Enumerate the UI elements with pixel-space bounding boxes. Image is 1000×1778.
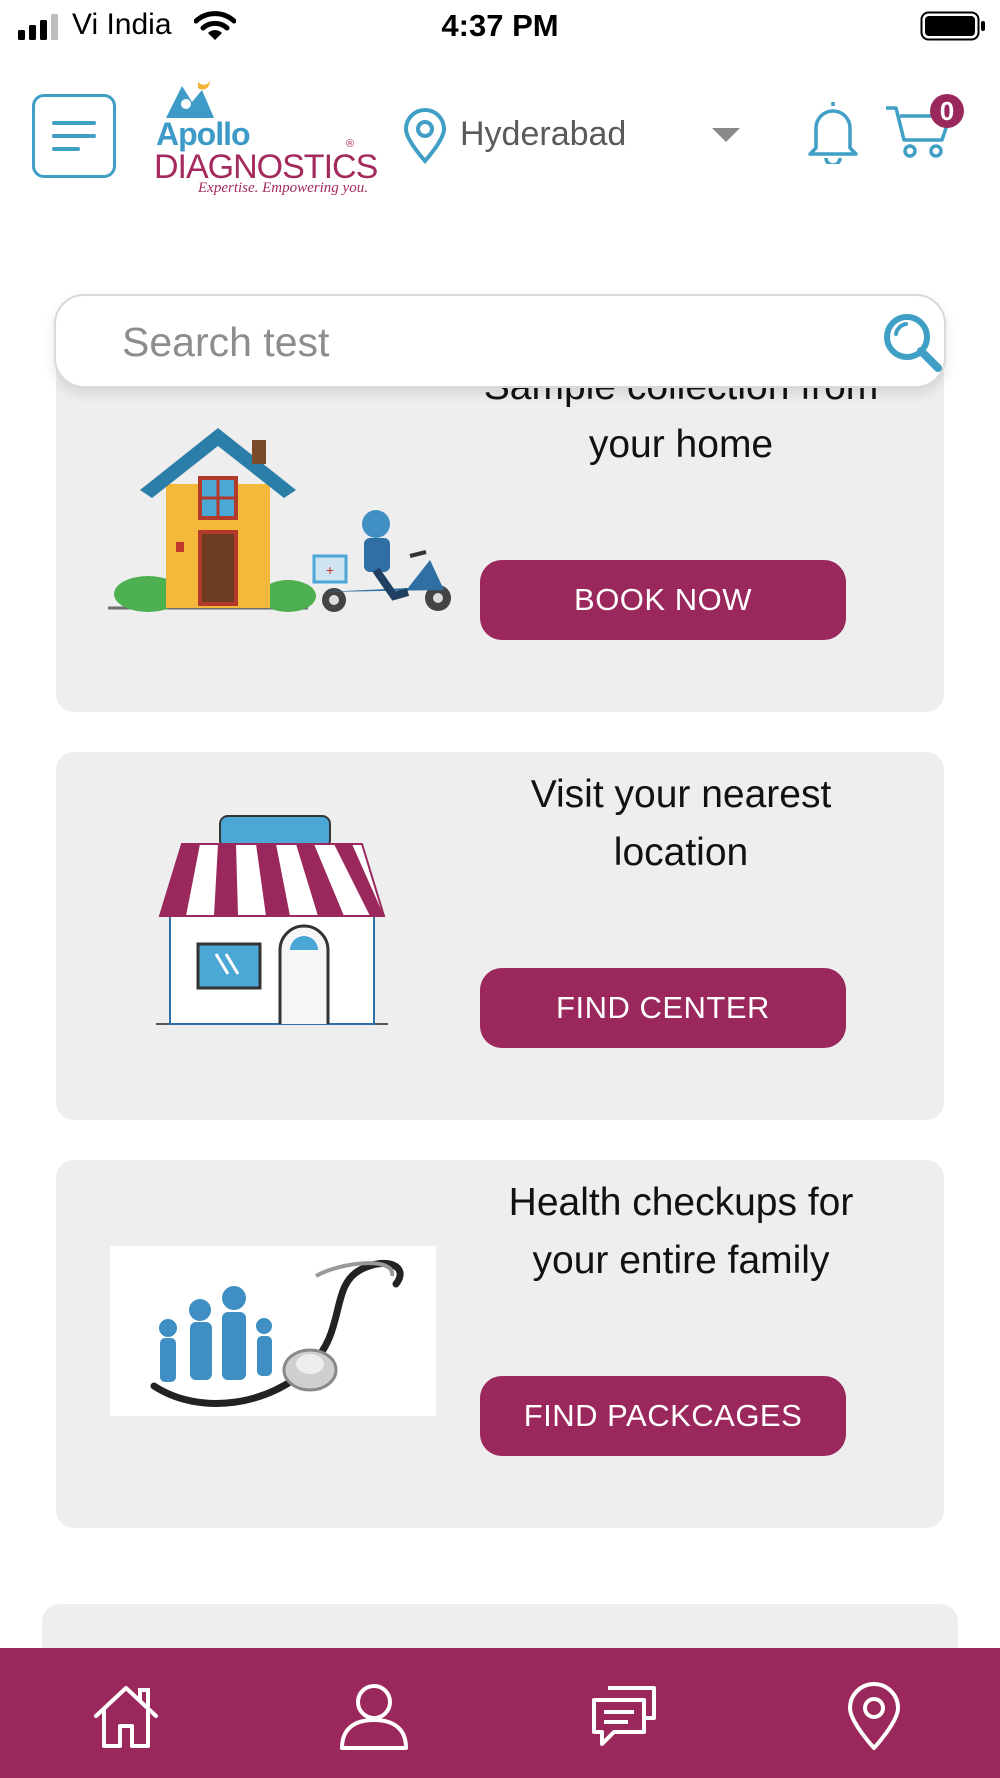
menu-line	[52, 134, 96, 138]
status-time: 4:37 PM	[441, 8, 559, 43]
card-title-line: your entire family	[532, 1239, 830, 1282]
chevron-down-icon[interactable]	[712, 128, 740, 142]
home-collection-card: + Sample collection from your home BOOK …	[56, 344, 944, 712]
card-title-line: Health checkups for	[508, 1181, 854, 1224]
menu-line	[52, 147, 80, 151]
city-selector[interactable]: Hyderabad	[460, 115, 626, 154]
location-pin-icon[interactable]	[402, 108, 448, 164]
bell-icon[interactable]	[804, 98, 862, 164]
profile-icon[interactable]	[338, 1680, 410, 1752]
svg-text:+: +	[326, 562, 334, 578]
find-center-card: Visit your nearest location FIND CENTER	[56, 752, 944, 1120]
menu-button[interactable]	[32, 94, 116, 178]
book-now-button[interactable]: BOOK NOW	[480, 560, 846, 640]
home-icon[interactable]	[90, 1680, 162, 1752]
find-packages-button[interactable]: FIND PACKCAGES	[480, 1376, 846, 1456]
menu-line	[52, 121, 96, 125]
family-stethoscope-illustration	[110, 1246, 436, 1416]
cart-count-badge: 0	[930, 94, 964, 128]
logo-tagline: Expertise. Empowering you.	[198, 180, 368, 196]
health-packages-card: Health checkups for your entire family F…	[56, 1160, 944, 1528]
search-icon[interactable]	[880, 310, 944, 374]
location-icon[interactable]	[838, 1680, 910, 1752]
search-bar[interactable]	[54, 294, 946, 388]
status-bar: Vi India 4:37 PM	[0, 0, 1000, 56]
apollo-diagnostics-logo: Apollo DIAGNOSTICS ® Expertise. Empoweri…	[150, 76, 378, 200]
battery-icon	[920, 11, 985, 41]
bottom-navigation	[0, 1648, 1000, 1778]
card-title-line: Visit your nearest	[530, 773, 832, 816]
search-input[interactable]	[122, 314, 822, 370]
chat-icon[interactable]	[588, 1680, 660, 1752]
store-illustration	[156, 815, 388, 1025]
card-title-line: location	[613, 831, 749, 874]
card-title-line: your home	[588, 423, 774, 466]
find-center-button[interactable]: FIND CENTER	[480, 968, 846, 1048]
logo-registered-mark: ®	[346, 138, 355, 150]
